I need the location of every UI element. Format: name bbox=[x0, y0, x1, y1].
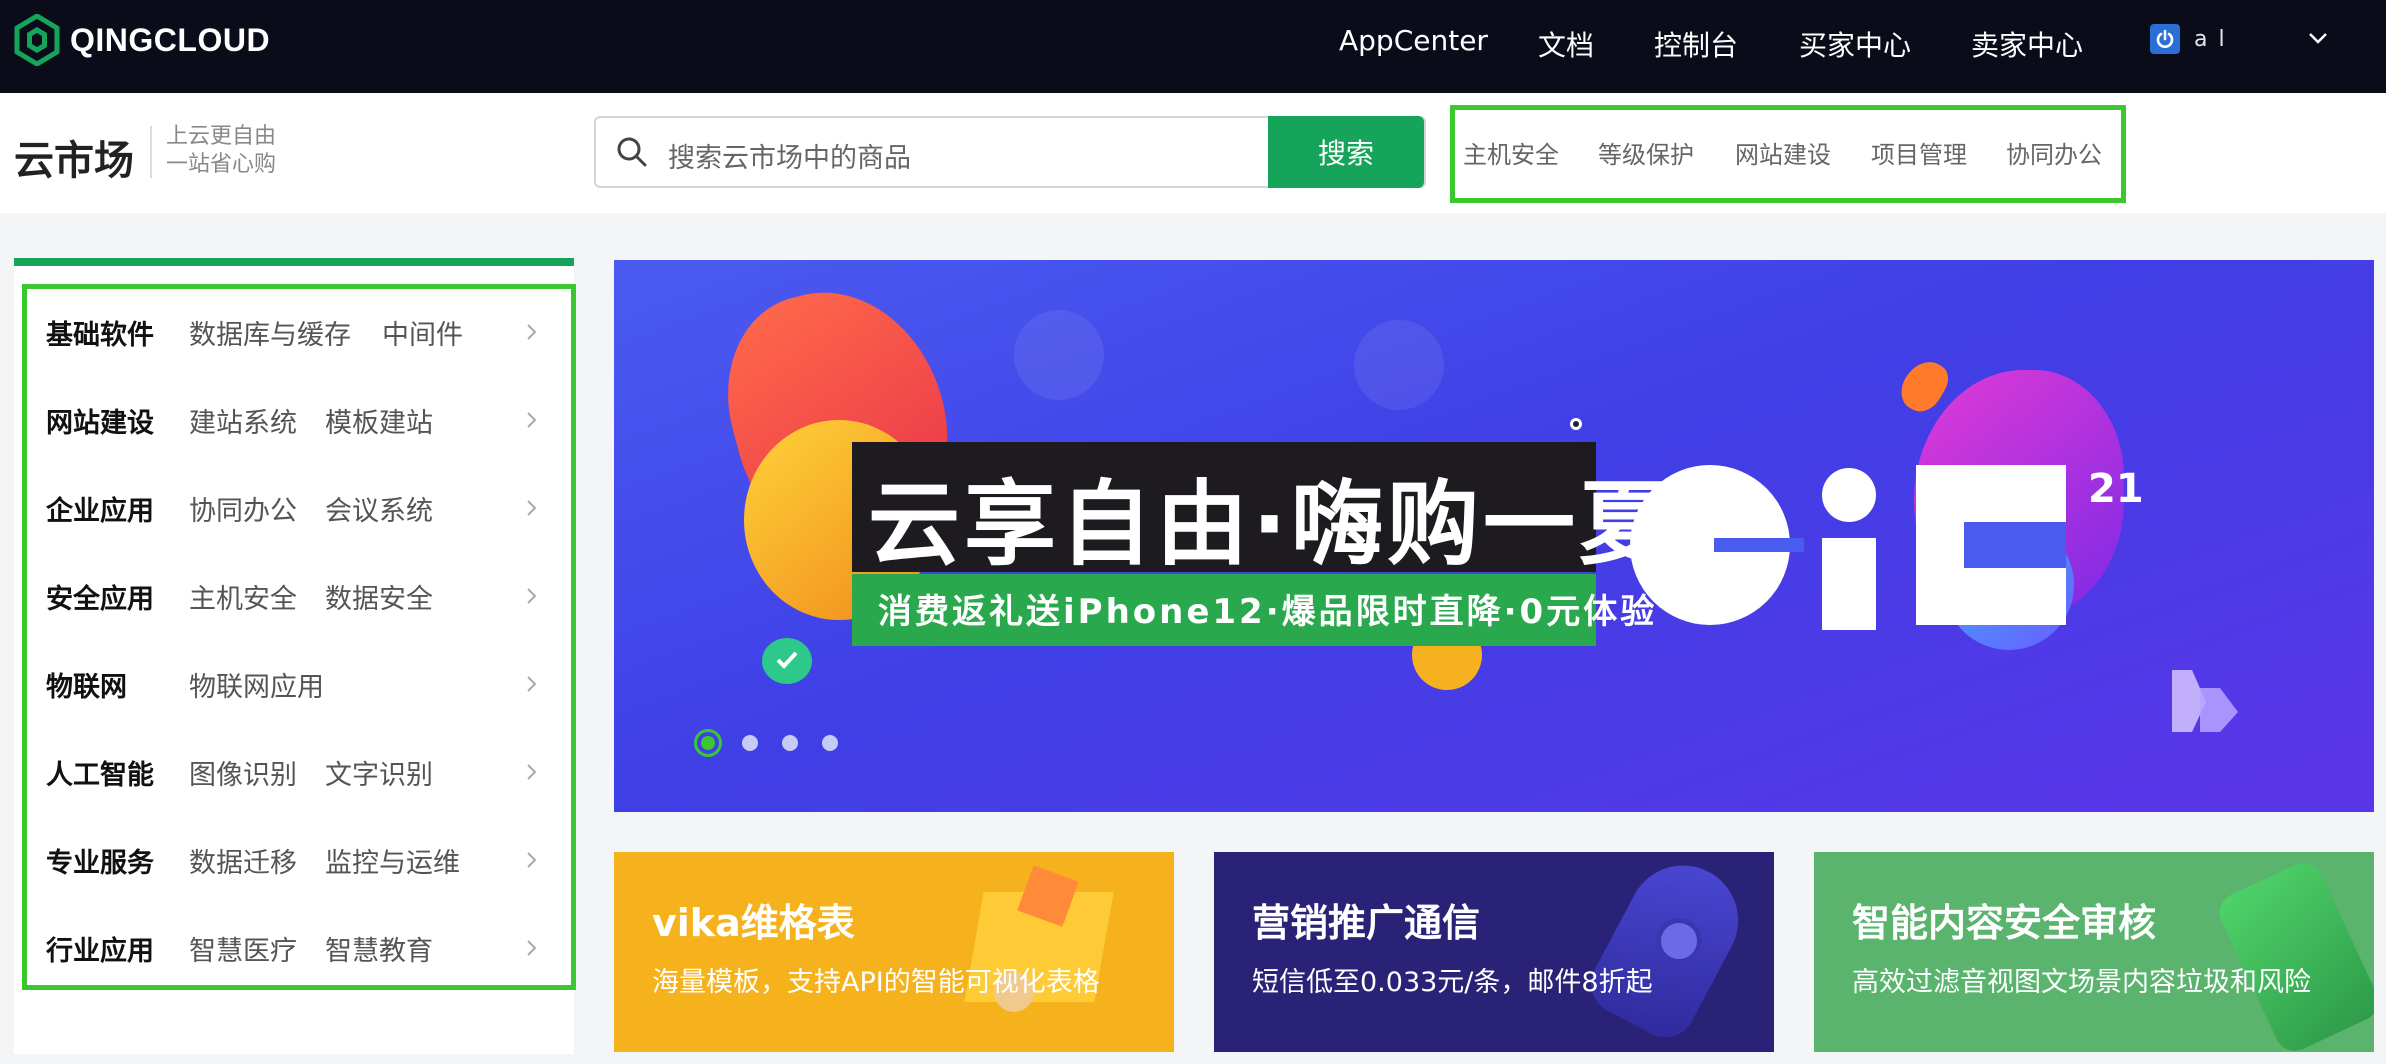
chevron-right-icon bbox=[527, 412, 537, 428]
card-title: 智能内容安全审核 bbox=[1852, 901, 2157, 945]
brand-name: QINGCLOUD bbox=[70, 21, 271, 58]
chevron-right-icon bbox=[527, 588, 537, 604]
search-icon bbox=[617, 137, 647, 167]
slogan-line-2: 一站省心购 bbox=[166, 152, 277, 177]
nav-buyer-center[interactable]: 买家中心 bbox=[1799, 24, 1911, 64]
category-sub[interactable]: 智慧医疗 bbox=[189, 929, 297, 968]
category-sub[interactable]: 协同办公 bbox=[189, 489, 297, 528]
card-desc: 短信低至0.033元/条，邮件8折起 bbox=[1252, 967, 1653, 998]
hot-tag[interactable]: 网站建设 bbox=[1735, 135, 1831, 170]
promo-card[interactable]: 智能内容安全审核 高效过滤音视图文场景内容垃圾和风险 bbox=[1814, 852, 2374, 1052]
category-main[interactable]: 人工智能 bbox=[46, 753, 154, 792]
decor-shape bbox=[1354, 320, 1444, 410]
chevron-right-icon bbox=[527, 852, 537, 868]
category-main[interactable]: 行业应用 bbox=[46, 929, 154, 968]
cic-logo-i-dot bbox=[1822, 468, 1876, 522]
category-row[interactable]: 行业应用 智慧医疗 智慧教育 bbox=[46, 928, 546, 968]
category-sub[interactable]: 数据库与缓存 bbox=[189, 313, 351, 352]
chevron-right-icon bbox=[527, 500, 537, 516]
hot-tag[interactable]: 主机安全 bbox=[1463, 135, 1559, 170]
promo-card[interactable]: 营销推广通信 短信低至0.033元/条，邮件8折起 bbox=[1214, 852, 1774, 1052]
nav-console[interactable]: 控制台 bbox=[1654, 24, 1738, 64]
card-desc: 海量模板，支持API的智能可视化表格 bbox=[652, 967, 1100, 998]
category-sub[interactable]: 数据迁移 bbox=[189, 841, 297, 880]
decor-shape bbox=[1656, 918, 1702, 964]
category-main[interactable]: 基础软件 bbox=[46, 313, 154, 352]
category-sub[interactable]: 物联网应用 bbox=[189, 665, 324, 704]
slogan-line-1: 上云更自由 bbox=[166, 124, 277, 149]
category-sub[interactable]: 中间件 bbox=[382, 313, 463, 352]
chevron-right-icon bbox=[527, 324, 537, 340]
cic-logo-c2-cut bbox=[1964, 522, 2066, 568]
category-main[interactable]: 安全应用 bbox=[46, 577, 154, 616]
category-row[interactable]: 专业服务 数据迁移 监控与运维 bbox=[46, 840, 546, 880]
cic-logo-c-cut bbox=[1714, 538, 1804, 552]
qingcloud-logo[interactable]: QINGCLOUD bbox=[14, 14, 270, 66]
category-main[interactable]: 网站建设 bbox=[46, 401, 154, 440]
hot-tag[interactable]: 等级保护 bbox=[1598, 135, 1694, 170]
category-sub[interactable]: 文字识别 bbox=[325, 753, 433, 792]
hot-tag[interactable]: 协同办公 bbox=[2006, 135, 2102, 170]
card-title: 营销推广通信 bbox=[1252, 901, 1481, 945]
nav-docs[interactable]: 文档 bbox=[1538, 24, 1594, 64]
decor-dot bbox=[1570, 418, 1582, 430]
power-icon bbox=[2150, 24, 2180, 54]
hot-tag[interactable]: 项目管理 bbox=[1871, 135, 1967, 170]
category-main[interactable]: 专业服务 bbox=[46, 841, 154, 880]
chevron-right-icon bbox=[527, 764, 537, 780]
carousel-dot[interactable] bbox=[742, 735, 758, 751]
chevron-down-icon[interactable] bbox=[2306, 26, 2330, 50]
promo-card[interactable]: vika维格表 海量模板，支持API的智能可视化表格 bbox=[614, 852, 1174, 1052]
carousel-dot[interactable] bbox=[822, 735, 838, 751]
carousel-dot[interactable] bbox=[782, 735, 798, 751]
search-button[interactable]: 搜索 bbox=[1268, 116, 1424, 188]
nav-seller-center[interactable]: 卖家中心 bbox=[1971, 24, 2083, 64]
search-placeholder: 搜索云市场中的商品 bbox=[668, 143, 911, 174]
decor-shape bbox=[2213, 856, 2374, 1052]
page-title[interactable]: 云市场 bbox=[14, 128, 134, 186]
category-highlight bbox=[22, 284, 576, 990]
category-row[interactable]: 物联网 物联网应用 bbox=[46, 664, 546, 704]
slogan: 上云更自由 一站省心购 bbox=[166, 123, 276, 179]
top-navigation-bar: QINGCLOUD AppCenter 文档 控制台 买家中心 卖家中心 a l bbox=[0, 0, 2386, 93]
cic-logo-sup: 21 bbox=[2088, 466, 2144, 512]
chevron-right-icon bbox=[527, 676, 537, 692]
checkmark-icon bbox=[776, 651, 798, 669]
category-sub[interactable]: 数据安全 bbox=[325, 577, 433, 616]
nav-appcenter[interactable]: AppCenter bbox=[1339, 24, 1488, 57]
brand-mark-icon bbox=[2172, 670, 2238, 732]
banner-subline: 消费返礼送iPhone12·爆品限时直降·0元体验 bbox=[878, 592, 1658, 632]
card-desc: 高效过滤音视图文场景内容垃圾和风险 bbox=[1852, 967, 2311, 998]
market-header: 云市场 上云更自由 一站省心购 搜索云市场中的商品 搜索 主机安全 等级保护 网… bbox=[0, 93, 2386, 213]
category-main[interactable]: 物联网 bbox=[46, 665, 127, 704]
category-sub[interactable]: 模板建站 bbox=[325, 401, 433, 440]
category-row[interactable]: 基础软件 数据库与缓存 中间件 bbox=[46, 312, 546, 352]
category-row[interactable]: 人工智能 图像识别 文字识别 bbox=[46, 752, 546, 792]
category-main[interactable]: 企业应用 bbox=[46, 489, 154, 528]
chevron-right-icon bbox=[527, 940, 537, 956]
card-title: vika维格表 bbox=[652, 901, 855, 945]
carousel-dot-active-core bbox=[701, 736, 715, 750]
divider bbox=[150, 126, 152, 178]
user-name: a l bbox=[2194, 26, 2227, 52]
qingcloud-hexagon-icon bbox=[14, 14, 60, 66]
category-sub[interactable]: 智慧教育 bbox=[325, 929, 433, 968]
cic-logo-i bbox=[1822, 538, 1876, 630]
category-row[interactable]: 企业应用 协同办公 会议系统 bbox=[46, 488, 546, 528]
category-sub[interactable]: 建站系统 bbox=[189, 401, 297, 440]
user-menu[interactable]: a l bbox=[2150, 24, 2227, 54]
category-sub[interactable]: 监控与运维 bbox=[325, 841, 460, 880]
category-sub[interactable]: 图像识别 bbox=[189, 753, 297, 792]
decor-shape bbox=[1014, 310, 1104, 400]
category-sub[interactable]: 主机安全 bbox=[189, 577, 297, 616]
category-row[interactable]: 安全应用 主机安全 数据安全 bbox=[46, 576, 546, 616]
category-sub[interactable]: 会议系统 bbox=[325, 489, 433, 528]
category-row[interactable]: 网站建设 建站系统 模板建站 bbox=[46, 400, 546, 440]
banner-headline: 云享自由·嗨购一夏 bbox=[868, 471, 1675, 578]
